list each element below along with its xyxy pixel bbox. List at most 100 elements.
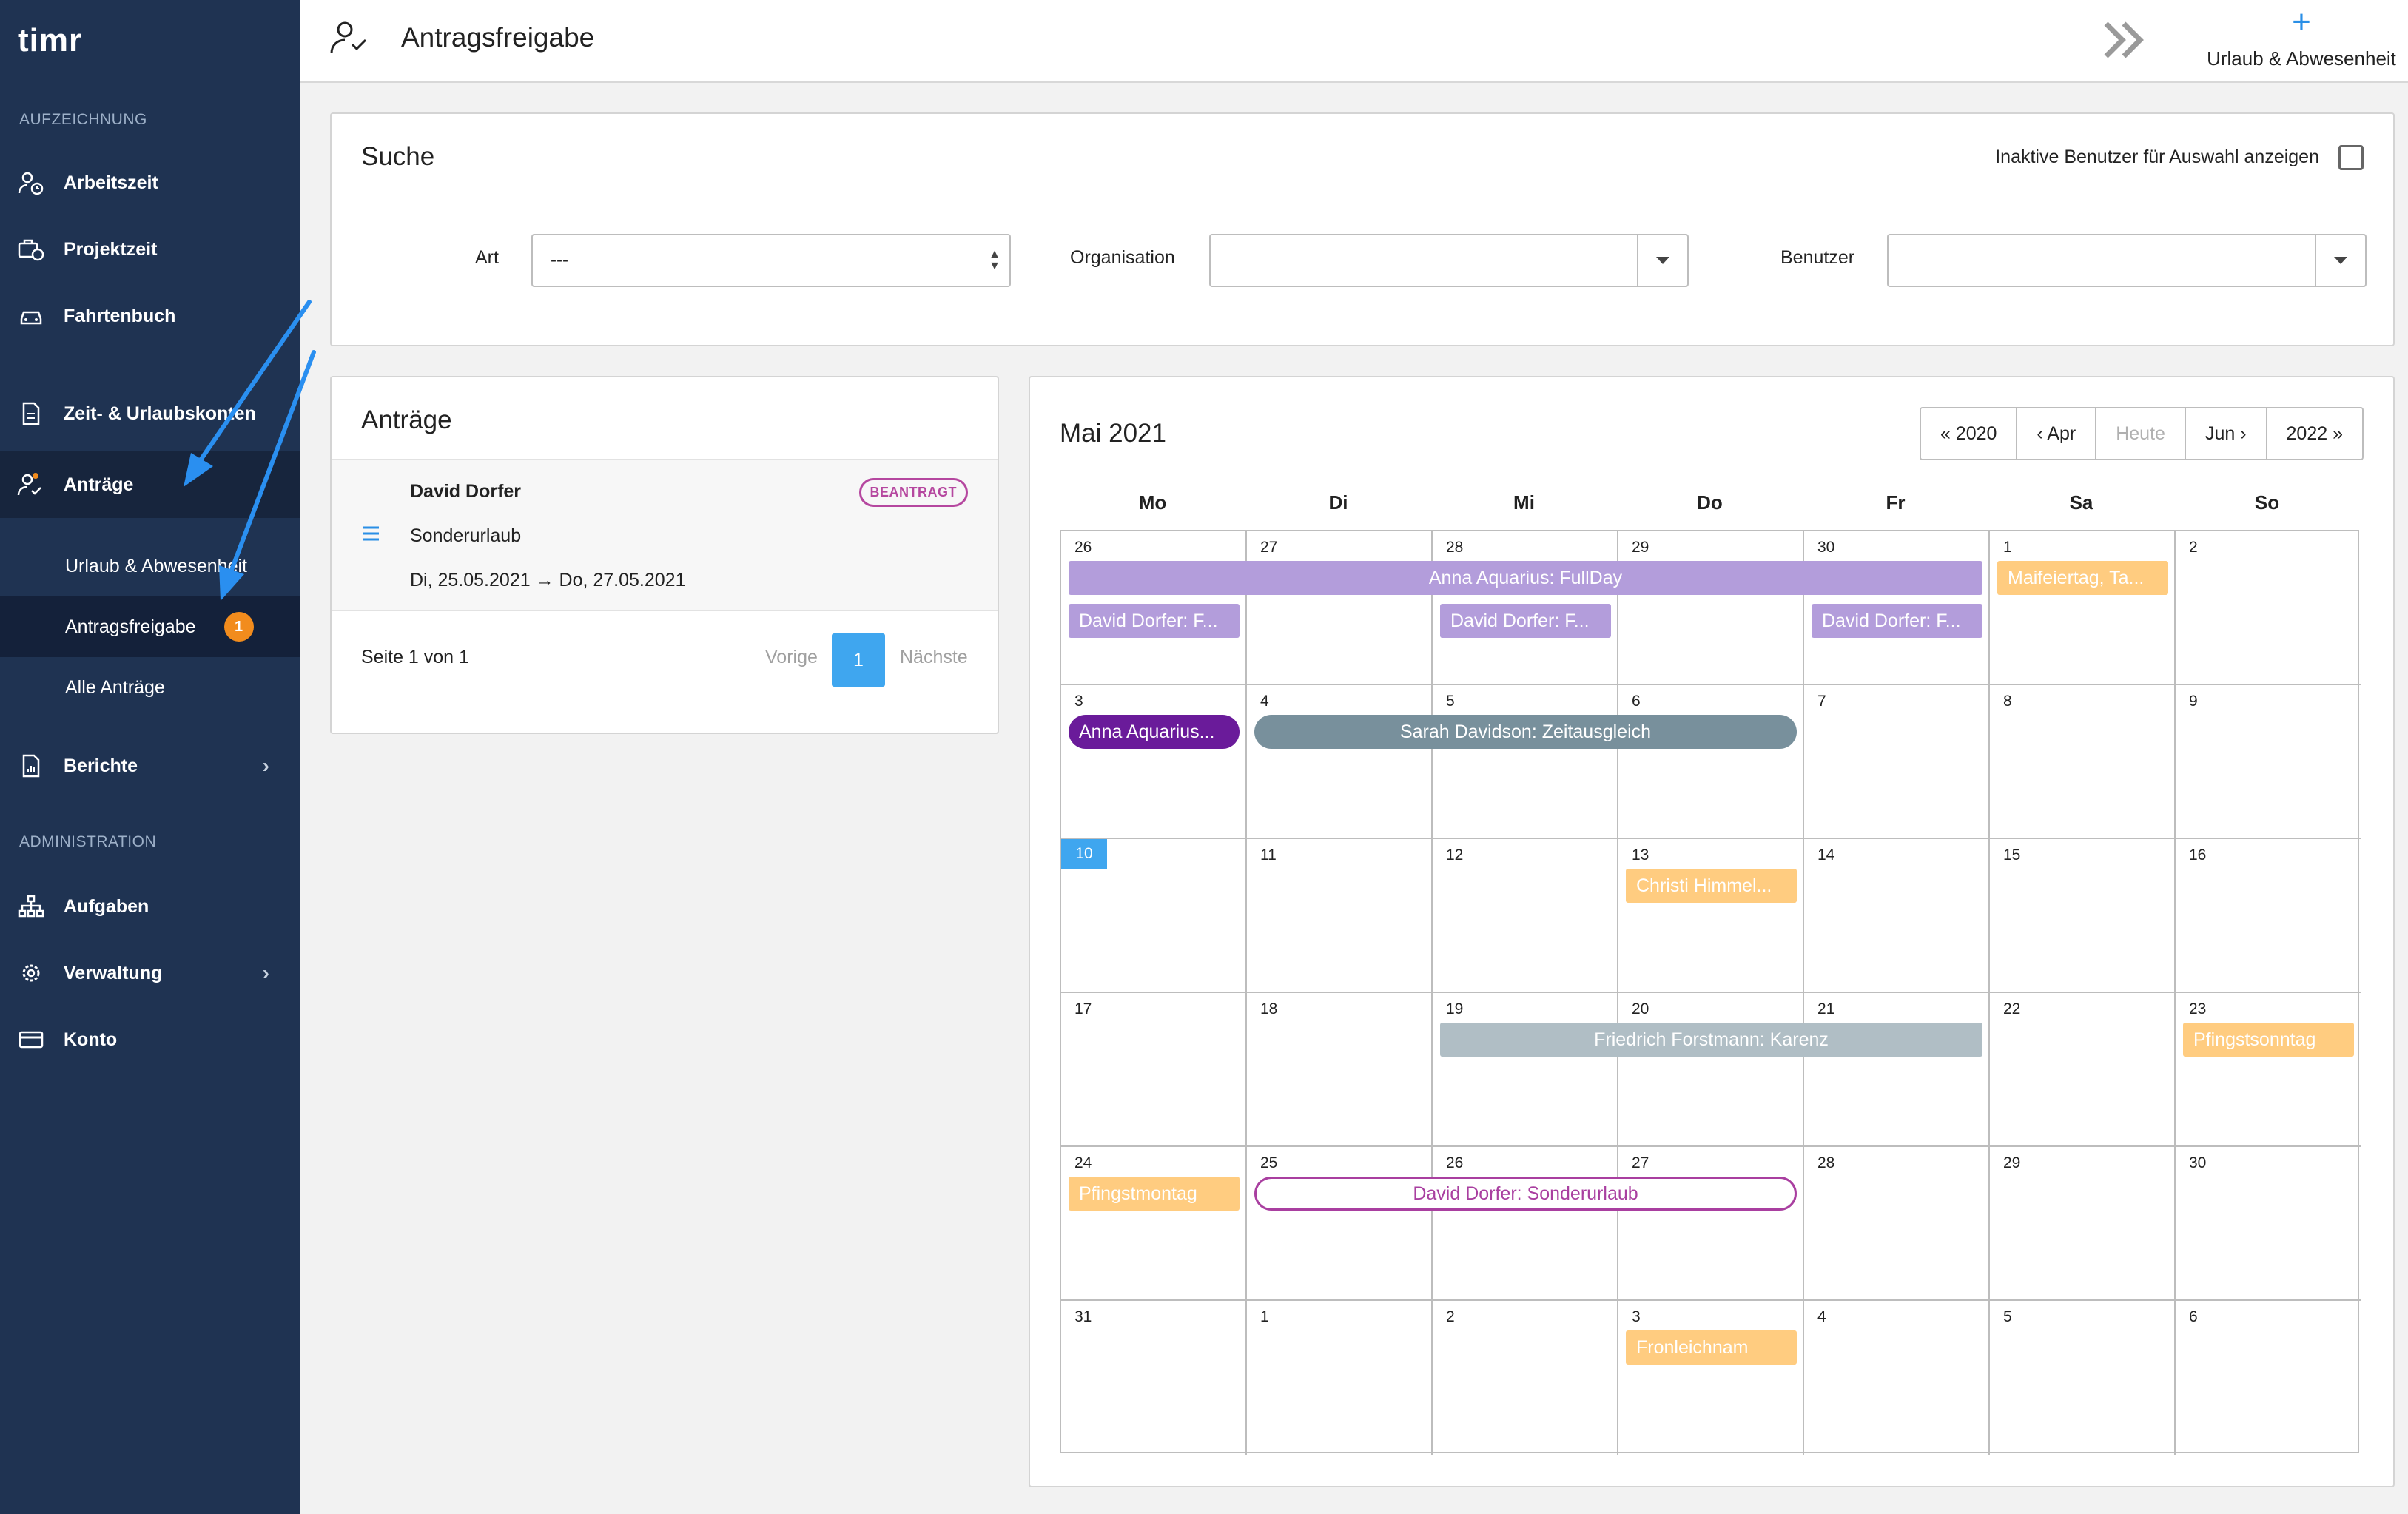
day-number: 26 <box>1074 539 1092 556</box>
requests-card: Anträge David Dorfer BEANTRAGT Sonderurl… <box>330 376 999 734</box>
weekday-header: So <box>2254 491 2280 514</box>
calendar-day-cell[interactable]: 5 <box>1433 685 1618 839</box>
annotation-arrows <box>184 300 316 601</box>
day-number: 3 <box>1632 1308 1641 1325</box>
calendar-event[interactable]: David Dorfer: F... <box>1812 604 1982 638</box>
sidebar-item-aufgaben[interactable]: Aufgaben <box>0 873 300 940</box>
calendar-day-cell[interactable]: 7 <box>1804 685 1990 839</box>
pager-prev-button[interactable]: Vorige <box>765 647 818 668</box>
calendar-day-cell[interactable]: 17 <box>1061 993 1247 1147</box>
calendar-day-cell[interactable]: 23 <box>2176 993 2361 1147</box>
request-list-item[interactable]: David Dorfer BEANTRAGT Sonderurlaub Di, … <box>332 459 998 611</box>
calendar-day-cell[interactable]: 22 <box>1990 993 2176 1147</box>
credit-card-icon <box>16 1030 46 1049</box>
calendar-day-cell[interactable]: 31 <box>1061 1301 1247 1455</box>
calendar-day-cell[interactable]: 4 <box>1804 1301 1990 1455</box>
request-user-name: David Dorfer <box>410 481 522 502</box>
calendar-day-cell[interactable]: 1 <box>1247 1301 1433 1455</box>
calendar-day-cell[interactable]: 9 <box>2176 685 2361 839</box>
calendar-day-cell[interactable]: 12 <box>1433 839 1618 993</box>
day-number: 31 <box>1074 1308 1092 1325</box>
calendar-event[interactable]: Sarah Davidson: Zeitausgleich <box>1254 715 1797 749</box>
calendar-day-cell[interactable]: 4 <box>1247 685 1433 839</box>
section-title-admin: ADMINISTRATION <box>19 833 157 850</box>
calendar-day-cell[interactable]: 6 <box>1618 685 1804 839</box>
calendar-event[interactable]: Christi Himmel... <box>1626 869 1797 903</box>
day-number: 5 <box>1446 693 1455 710</box>
calendar-day-cell[interactable]: 25 <box>1247 1147 1433 1301</box>
art-select[interactable]: --- ▲ ▼ <box>531 234 1011 287</box>
calendar-day-cell[interactable]: 16 <box>2176 839 2361 993</box>
day-number: 25 <box>1260 1154 1278 1171</box>
prev-month-button[interactable]: ‹ Apr <box>2017 408 2097 459</box>
calendar-day-cell[interactable]: 27 <box>1247 531 1433 685</box>
calendar-day-cell[interactable]: 18 <box>1247 993 1433 1147</box>
next-month-button[interactable]: Jun › <box>2185 408 2267 459</box>
calendar-day-cell[interactable]: 3 <box>1061 685 1247 839</box>
pager-next-button[interactable]: Nächste <box>900 647 968 668</box>
calendar-day-cell[interactable]: 26 <box>1433 1147 1618 1301</box>
calendar-event[interactable]: Friedrich Forstmann: Karenz <box>1440 1023 1982 1057</box>
calendar-day-cell[interactable]: 1 <box>1990 531 2176 685</box>
calendar-day-cell[interactable]: 24 <box>1061 1147 1247 1301</box>
next-year-button[interactable]: 2022 » <box>2267 408 2362 459</box>
calendar-day-cell[interactable]: 14 <box>1804 839 1990 993</box>
prev-year-button[interactable]: « 2020 <box>1920 408 2018 459</box>
calendar-event[interactable]: Maifeiertag, Ta... <box>1997 561 2168 595</box>
sidebar-item-label: Konto <box>64 1029 118 1050</box>
page-title: Antragsfreigabe <box>401 22 595 53</box>
calendar-day-cell[interactable]: 19 <box>1433 993 1618 1147</box>
sidebar-item-berichte[interactable]: Berichte › <box>0 733 300 799</box>
sidebar-item-label: Berichte <box>64 755 138 776</box>
day-number: 8 <box>2003 693 2012 710</box>
calendar-day-cell[interactable]: 8 <box>1990 685 2176 839</box>
calendar-day-cell[interactable]: 27 <box>1618 1147 1804 1301</box>
calendar-event[interactable]: Anna Aquarius: FullDay <box>1069 561 1982 595</box>
day-number: 29 <box>1632 539 1649 556</box>
sidebar-item-verwaltung[interactable]: Verwaltung › <box>0 940 300 1006</box>
day-number: 2 <box>2189 539 2198 556</box>
calendar-day-cell[interactable]: 11 <box>1247 839 1433 993</box>
today-day-number: 10 <box>1061 839 1107 869</box>
calendar-day-cell[interactable]: 28 <box>1804 1147 1990 1301</box>
calendar-day-cell[interactable]: 21 <box>1804 993 1990 1147</box>
sidebar-subitem-alle[interactable]: Alle Anträge <box>0 657 300 718</box>
benutzer-select[interactable] <box>1887 234 2367 287</box>
calendar-event[interactable]: David Dorfer: Sonderurlaub <box>1254 1177 1797 1211</box>
calendar-day-cell[interactable]: 29 <box>1618 531 1804 685</box>
add-absence-button[interactable]: + Urlaub & Abwesenheit <box>2205 6 2398 70</box>
inactive-users-checkbox[interactable] <box>2338 145 2364 170</box>
calendar-event[interactable]: Fronleichnam <box>1626 1330 1797 1365</box>
pager-current-page[interactable]: 1 <box>832 633 885 687</box>
double-chevron-right-icon[interactable] <box>2102 19 2149 70</box>
calendar-day-cell[interactable]: 30 <box>2176 1147 2361 1301</box>
status-badge: BEANTRAGT <box>858 478 968 507</box>
calendar-day-cell[interactable]: 10 <box>1061 839 1247 993</box>
calendar-day-cell[interactable]: 13 <box>1618 839 1804 993</box>
sidebar-item-konto[interactable]: Konto <box>0 1006 300 1073</box>
requests-title: Anträge <box>361 406 452 434</box>
user-check-icon <box>329 19 370 60</box>
organisation-select[interactable] <box>1209 234 1689 287</box>
calendar-event[interactable]: David Dorfer: F... <box>1069 604 1240 638</box>
today-button[interactable]: Heute <box>2096 408 2186 459</box>
calendar-event[interactable]: Pfingstmontag <box>1069 1177 1240 1211</box>
calendar-day-cell[interactable]: 29 <box>1990 1147 2176 1301</box>
calendar-day-cell[interactable]: 15 <box>1990 839 2176 993</box>
gear-icon <box>16 962 46 984</box>
calendar-day-cell[interactable]: 2 <box>1433 1301 1618 1455</box>
weekday-header: Sa <box>2069 491 2093 514</box>
calendar-event[interactable]: Pfingstsonntag <box>2183 1023 2354 1057</box>
day-number: 27 <box>1260 539 1278 556</box>
day-number: 15 <box>2003 847 2021 864</box>
calendar-day-cell[interactable]: 2 <box>2176 531 2361 685</box>
day-number: 20 <box>1632 1000 1649 1017</box>
calendar-day-cell[interactable]: 5 <box>1990 1301 2176 1455</box>
sidebar-subitem-label: Alle Anträge <box>65 676 165 698</box>
calendar-day-cell[interactable]: 3 <box>1618 1301 1804 1455</box>
calendar-event[interactable]: Anna Aquarius... <box>1069 715 1240 749</box>
day-number: 28 <box>1446 539 1464 556</box>
calendar-day-cell[interactable]: 20 <box>1618 993 1804 1147</box>
calendar-day-cell[interactable]: 6 <box>2176 1301 2361 1455</box>
calendar-event[interactable]: David Dorfer: F... <box>1440 604 1611 638</box>
